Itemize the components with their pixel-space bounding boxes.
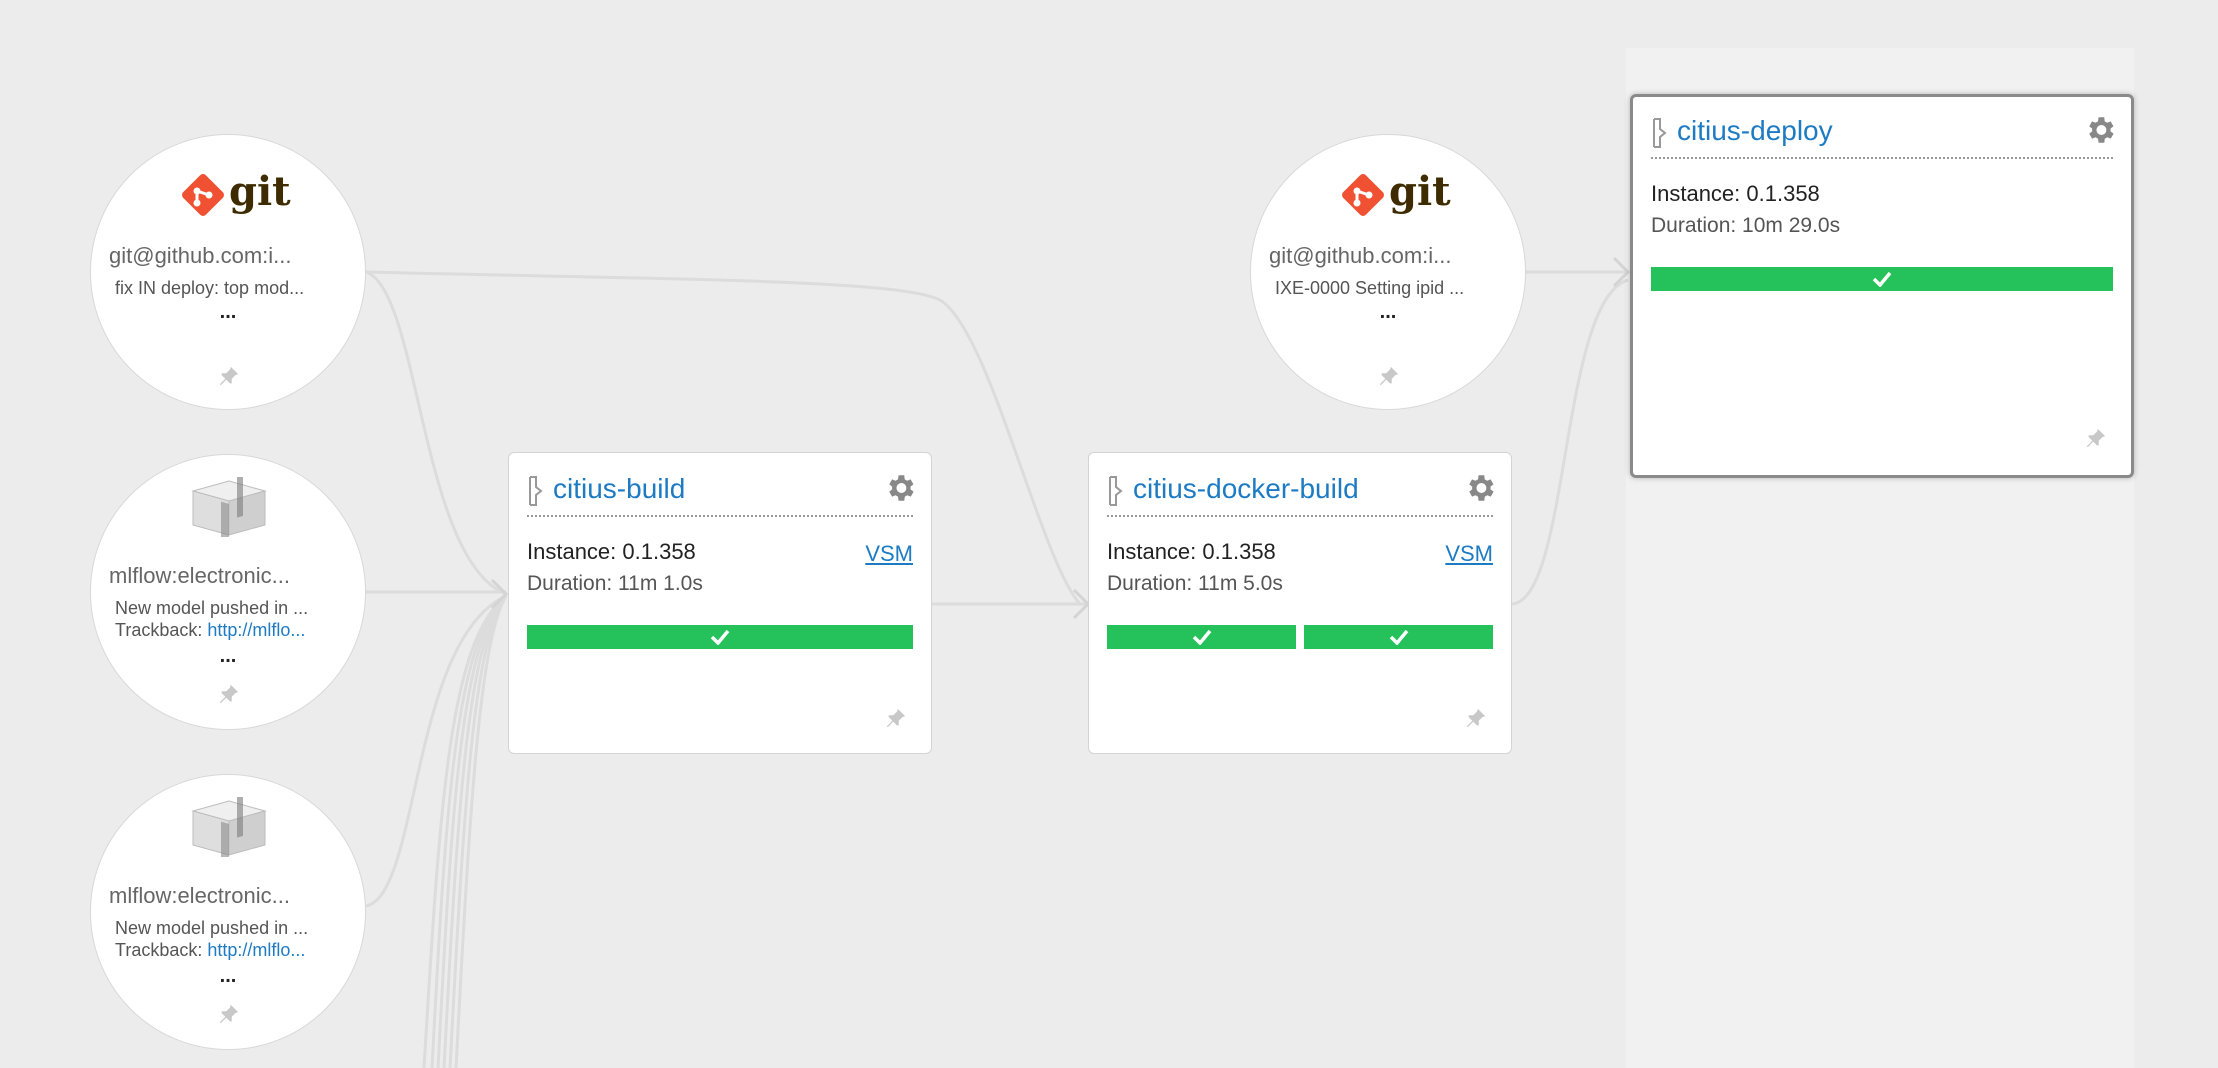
git-logo: git	[91, 168, 365, 221]
pipeline-icon	[1109, 476, 1123, 506]
edge-docker-build-to-deploy	[1511, 278, 1629, 606]
pipeline-instance: Instance: 0.1.358	[527, 539, 696, 564]
check-icon	[710, 629, 730, 645]
svg-text:git: git	[229, 171, 291, 215]
pin-icon[interactable]	[885, 707, 907, 729]
pipeline-duration: Duration: 11m 5.0s	[1107, 572, 1283, 595]
material-more[interactable]: ...	[91, 646, 365, 666]
stage-passed[interactable]	[527, 625, 913, 649]
pipeline-icon	[529, 476, 543, 506]
vsm-link[interactable]: VSM	[865, 541, 913, 567]
pipeline-duration: Duration: 10m 29.0s	[1651, 214, 1841, 237]
check-icon	[1389, 629, 1408, 645]
git-logo: git	[1251, 168, 1525, 221]
package-logo	[91, 472, 365, 544]
pipeline-header: citius-build	[527, 471, 914, 517]
material-more[interactable]: ...	[91, 302, 365, 322]
material-description: New model pushed in ...	[115, 918, 309, 938]
material-more[interactable]: ...	[1251, 302, 1525, 322]
material-description: IXE-0000 Setting ipid ...	[1275, 278, 1465, 298]
gear-icon[interactable]	[883, 471, 917, 505]
material-name: mlflow:electronic...	[109, 883, 290, 908]
stage-passed[interactable]	[1304, 625, 1493, 649]
pin-icon[interactable]	[2085, 427, 2107, 449]
material-trackback: Trackback: http://mlflo...	[115, 939, 343, 961]
material-description: New model pushed in ...	[115, 598, 309, 618]
pipeline-citius-deploy[interactable]: citius-deploy Instance: 0.1.358 Duration…	[1630, 94, 2134, 478]
package-box-icon	[191, 792, 267, 864]
pipeline-title[interactable]: citius-build	[553, 473, 685, 505]
material-name: git@github.com:i...	[109, 243, 292, 268]
trackback-link[interactable]: http://mlflo...	[207, 620, 305, 640]
material-name: git@github.com:i...	[1269, 243, 1452, 268]
material-git-1[interactable]: git git@github.com:i... fix IN deploy: t…	[90, 134, 366, 410]
stage-bar	[1651, 267, 2113, 293]
material-git-2[interactable]: git git@github.com:i... IXE-0000 Setting…	[1250, 134, 1526, 410]
trackback-label: Trackback:	[115, 620, 203, 640]
gear-icon[interactable]	[1463, 471, 1497, 505]
git-logo-icon: git	[182, 168, 291, 216]
pipeline-instance: Instance: 0.1.358	[1107, 539, 1276, 564]
package-box-icon	[191, 472, 267, 544]
trackback-link[interactable]: http://mlflo...	[207, 940, 305, 960]
stage-bar	[1107, 625, 1493, 651]
material-package-2[interactable]: mlflow:electronic... New model pushed in…	[90, 774, 366, 1050]
stage-passed[interactable]	[1651, 267, 2113, 291]
git-logo-icon: git	[1342, 168, 1451, 216]
pipeline-citius-build[interactable]: citius-build Instance: 0.1.358 VSM Durat…	[508, 452, 932, 754]
material-trackback: Trackback: http://mlflo...	[115, 619, 343, 641]
edge-git-to-build	[365, 270, 507, 596]
material-more[interactable]: ...	[91, 966, 365, 986]
gear-icon[interactable]	[2083, 113, 2117, 147]
package-logo	[91, 792, 365, 864]
check-icon	[1192, 629, 1211, 645]
vsm-link[interactable]: VSM	[1445, 541, 1493, 567]
pin-icon[interactable]	[1465, 707, 1487, 729]
trackback-label: Trackback:	[115, 940, 203, 960]
svg-text:git: git	[1389, 171, 1451, 215]
pipeline-header: citius-docker-build	[1107, 471, 1494, 517]
pin-icon[interactable]	[218, 365, 240, 387]
material-package-1[interactable]: mlflow:electronic... New model pushed in…	[90, 454, 366, 730]
pipeline-citius-docker-build[interactable]: citius-docker-build Instance: 0.1.358 VS…	[1088, 452, 1512, 754]
pipeline-instance: Instance: 0.1.358	[1651, 181, 1820, 206]
pin-icon[interactable]	[218, 1003, 240, 1025]
check-icon	[1872, 271, 1892, 287]
pipeline-title[interactable]: citius-deploy	[1677, 115, 1833, 147]
stage-passed[interactable]	[1107, 625, 1296, 649]
pin-icon[interactable]	[1378, 365, 1400, 387]
pipeline-title[interactable]: citius-docker-build	[1133, 473, 1359, 505]
material-description: fix IN deploy: top mod...	[115, 278, 305, 298]
pipeline-header: citius-deploy	[1651, 113, 2114, 159]
pipeline-icon	[1653, 118, 1667, 148]
material-name: mlflow:electronic...	[109, 563, 290, 588]
pin-icon[interactable]	[218, 683, 240, 705]
pipeline-duration: Duration: 11m 1.0s	[527, 572, 703, 595]
stage-bar	[527, 625, 913, 651]
